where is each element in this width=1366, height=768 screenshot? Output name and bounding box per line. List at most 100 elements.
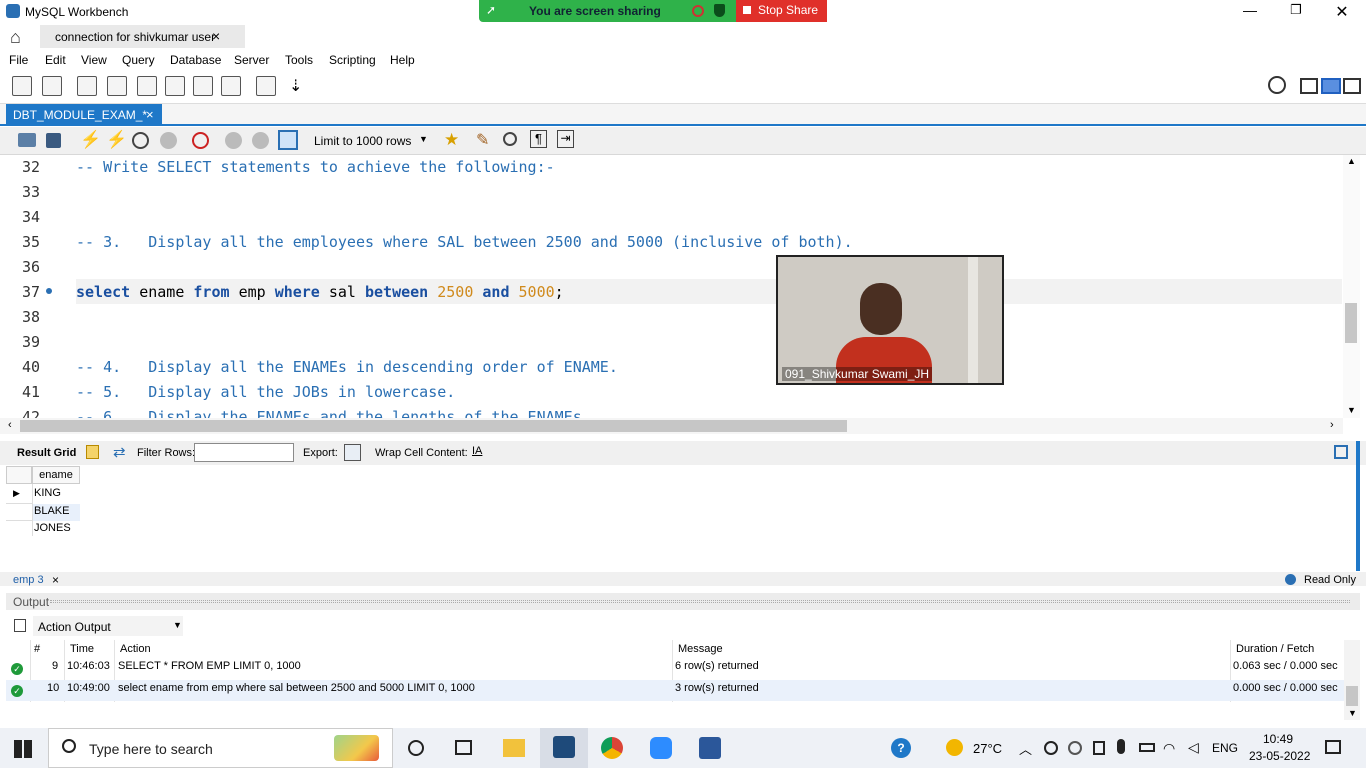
weather-temp[interactable]: 27°C [973,741,1002,756]
taskbar-search[interactable]: Type here to search [48,728,393,768]
home-icon[interactable]: ⌂ [10,27,21,48]
grid-cell[interactable]: KING [34,487,80,504]
menu-query[interactable]: Query [122,53,155,67]
grid-cell[interactable]: JONES [34,522,80,539]
refresh-icon[interactable]: ⇄ [113,443,126,461]
connection-tab[interactable]: connection for shivkumar user × [40,25,245,48]
menu-server[interactable]: Server [234,53,269,67]
code-line[interactable]: select ename from emp where sal between … [76,283,564,301]
rollback-icon[interactable] [252,132,269,149]
layout-toggle-bottom[interactable] [1321,78,1341,94]
beautify-icon[interactable]: ✎ [476,130,489,150]
menu-tools[interactable]: Tools [285,53,313,67]
chevron-up-icon[interactable]: ︿ [1019,739,1032,758]
help-icon[interactable]: ? [891,738,911,758]
open-sql-script-icon[interactable] [42,76,62,96]
side-panel-toggle-icon[interactable] [1334,445,1348,459]
scroll-up-icon[interactable]: ▲ [1347,156,1356,166]
output-vscroll-thumb[interactable] [1346,686,1358,706]
new-sql-tab-icon[interactable] [12,76,32,96]
stop-share-button[interactable]: Stop Share [736,0,827,22]
code-line[interactable]: -- 6. Display the ENAMEs and the lengths… [76,408,591,418]
word-icon[interactable] [699,737,721,759]
minimize-button[interactable]: — [1240,2,1260,22]
find-icon[interactable] [503,132,517,146]
menu-file[interactable]: File [9,53,28,67]
toggle-error-icon[interactable] [192,132,209,149]
execute-icon[interactable]: ⚡ [80,130,101,150]
editor-hscroll-thumb[interactable] [20,420,847,432]
explain-icon[interactable] [132,132,149,149]
code-line[interactable]: -- Write SELECT statements to achieve th… [76,158,555,176]
notifications-icon[interactable] [1325,740,1341,754]
open-file-icon[interactable] [18,133,36,147]
autocommit-icon[interactable] [278,130,298,150]
output-drag-handle[interactable] [50,600,1350,603]
inspector-icon[interactable] [77,76,97,96]
clock-time[interactable]: 10:49 [1263,732,1293,746]
code-line[interactable]: -- 5. Display all the JOBs in lowercase. [76,383,455,401]
output-vscrollbar[interactable]: ▼ [1344,640,1360,720]
scroll-down-icon[interactable]: ▼ [1348,708,1357,718]
action-output-select[interactable]: Action Output ▼ [33,616,183,636]
layout-toggle-left[interactable] [1300,78,1318,94]
chrome-icon[interactable] [601,737,623,759]
cortana-icon[interactable] [408,740,424,756]
zoom-icon[interactable] [650,737,672,759]
create-schema-icon[interactable] [107,76,127,96]
save-icon[interactable] [46,133,61,148]
invisible-chars-icon[interactable]: ¶ [530,130,547,148]
search-table-icon[interactable] [256,76,276,96]
execute-current-icon[interactable]: ⚡ [106,130,127,150]
settings-icon[interactable] [1268,76,1286,94]
code-line[interactable]: -- 3. Display all the employees where SA… [76,233,853,251]
result-tab-label[interactable]: emp 3 [13,574,44,586]
grid-column-header[interactable]: ename [32,466,80,484]
result-grid[interactable]: ename ▶ KING BLAKE JONES [6,466,82,536]
table-row[interactable]: ✓ 9 10:46:03 SELECT * FROM EMP LIMIT 0, … [6,658,1344,679]
commit-icon[interactable] [225,132,242,149]
editor-vscroll-thumb[interactable] [1345,303,1357,343]
bookmark-icon[interactable]: ★ [444,130,459,150]
clock-date[interactable]: 23-05-2022 [1249,749,1310,763]
menu-view[interactable]: View [81,53,107,67]
menu-scripting[interactable]: Scripting [329,53,376,67]
language-indicator[interactable]: ENG [1212,741,1238,755]
word-wrap-icon[interactable]: ⇥ [557,130,574,148]
limit-rows-select[interactable]: Limit to 1000 rows ▼ [306,131,434,151]
connection-tab-close[interactable]: × [212,28,220,44]
create-view-icon[interactable] [165,76,185,96]
scroll-right-icon[interactable]: › [1330,419,1334,431]
menu-help[interactable]: Help [390,53,415,67]
stop-query-icon[interactable] [160,132,177,149]
menu-edit[interactable]: Edit [45,53,66,67]
create-function-icon[interactable] [221,76,241,96]
grid-view-icon[interactable] [86,445,99,459]
layout-toggle-right[interactable] [1343,78,1361,94]
menu-database[interactable]: Database [170,53,221,67]
table-row[interactable]: ✓ 10 10:49:00 select ename from emp wher… [6,680,1344,701]
workbench-taskbar-icon[interactable] [540,728,588,768]
windows-start-icon[interactable] [14,740,32,758]
grid-cell[interactable]: BLAKE [32,504,80,521]
copy-icon[interactable] [14,619,26,632]
export-icon[interactable] [344,444,361,461]
sql-tab-active[interactable]: DBT_MODULE_EXAM_* × [6,104,162,126]
scroll-left-icon[interactable]: ‹ [8,419,12,431]
close-window-button[interactable]: ✕ [1332,2,1352,22]
result-grid-label[interactable]: Result Grid [17,447,76,459]
scroll-down-icon[interactable]: ▼ [1347,405,1356,415]
create-procedure-icon[interactable] [193,76,213,96]
reconnect-icon[interactable]: ⇣ [289,76,309,96]
create-table-icon[interactable] [137,76,157,96]
maximize-button[interactable]: ❐ [1286,2,1306,22]
file-explorer-icon[interactable] [503,739,525,757]
filter-rows-input[interactable] [194,443,294,462]
sql-editor[interactable]: 32 -- Write SELECT statements to achieve … [0,155,1366,418]
task-view-icon[interactable] [455,740,472,755]
code-line[interactable]: -- 4. Display all the ENAMEs in descendi… [76,358,618,376]
editor-vscrollbar[interactable]: ▲ ▼ [1343,155,1360,418]
wrap-cell-icon[interactable]: IA [472,445,482,457]
sql-tab-close[interactable]: × [146,107,154,122]
result-tab-close[interactable]: × [52,573,59,586]
